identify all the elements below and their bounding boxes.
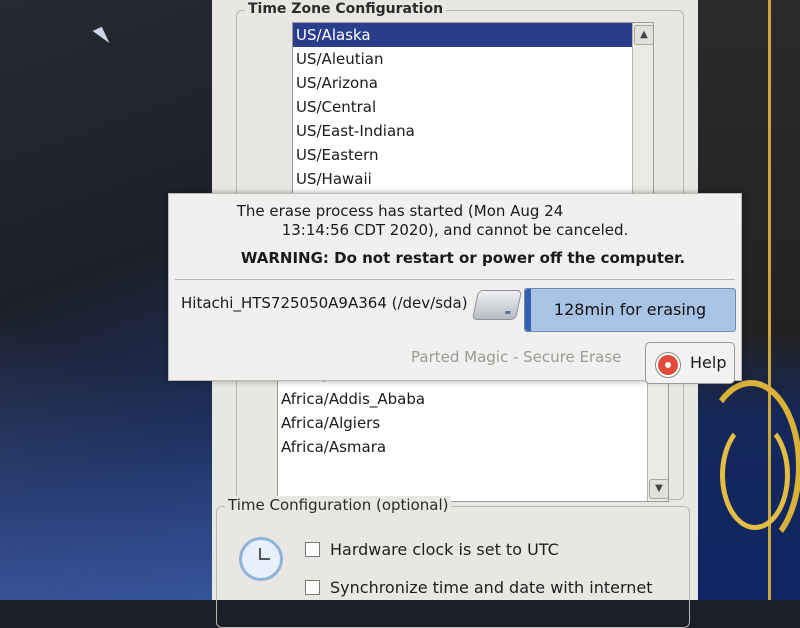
help-button-label: Help [690, 353, 727, 372]
timezone-list-lower-row[interactable]: Africa/Addis_Ababa [278, 387, 668, 411]
wallpaper-swirl-inner [720, 420, 790, 530]
timezone-list-lower-row[interactable]: Africa/Asmara [278, 435, 668, 459]
device-name: Hitachi_HTS725050A9A364 (/dev/sda) [181, 294, 468, 312]
erase-progress-bar: 128min for erasing [524, 288, 736, 332]
hardware-clock-label: Hardware clock is set to UTC [330, 540, 559, 559]
erase-message-line1: The erase process has started (Mon Aug 2… [236, 202, 564, 220]
lifebuoy-help-icon [656, 353, 680, 377]
timezone-list-row[interactable]: US/Alaska [293, 23, 653, 47]
erase-warning: WARNING: Do not restart or power off the… [240, 249, 686, 267]
timezone-list-lower[interactable]: Africa/AccraAfrica/Addis_AbabaAfrica/Alg… [277, 372, 669, 502]
time-config-group-title: Time Configuration (optional) [225, 496, 452, 514]
dialog-separator [175, 279, 735, 280]
erase-message-line2: 13:14:56 CDT 2020), and cannot be cancel… [281, 221, 629, 239]
scroll-down-icon[interactable]: ▼ [649, 479, 668, 499]
timezone-list-row[interactable]: US/Hawaii [293, 167, 653, 191]
sync-time-label: Synchronize time and date with internet [330, 578, 653, 597]
timezone-list-lower-scrollbar[interactable]: ▼ [647, 373, 668, 501]
erase-progress-text: 128min for erasing [553, 300, 707, 319]
timezone-list-row[interactable]: US/East-Indiana [293, 119, 653, 143]
hard-drive-icon [471, 290, 523, 320]
hardware-clock-checkbox[interactable]: Hardware clock is set to UTC [305, 539, 559, 561]
timezone-list-row[interactable]: US/Arizona [293, 71, 653, 95]
hardware-clock-checkbox-box[interactable] [305, 541, 320, 557]
time-config-group: Time Configuration (optional) Hardware c… [216, 496, 690, 628]
sync-time-checkbox[interactable]: Synchronize time and date with internet [305, 577, 653, 599]
brand-label: Parted Magic - Secure Erase [411, 348, 622, 366]
clock-icon [239, 537, 283, 581]
help-button[interactable]: Help [645, 342, 735, 384]
scroll-up-icon[interactable]: ▲ [634, 25, 653, 45]
timezone-group-title: Time Zone Configuration [245, 1, 447, 17]
timezone-list[interactable]: US/Alaska US/Aleutian US/Arizona US/Central… [292, 22, 654, 196]
timezone-list-lower-row[interactable]: Africa/Algiers [278, 411, 668, 435]
secure-erase-dialog: The erase process has started (Mon Aug 2… [168, 193, 742, 384]
timezone-list-scrollbar[interactable]: ▲ [632, 23, 653, 195]
timezone-list-row[interactable]: US/Aleutian [293, 47, 653, 71]
timezone-list-row[interactable]: US/Eastern [293, 143, 653, 167]
timezone-list-row[interactable]: US/Central [293, 95, 653, 119]
sync-time-checkbox-box[interactable] [305, 579, 320, 595]
